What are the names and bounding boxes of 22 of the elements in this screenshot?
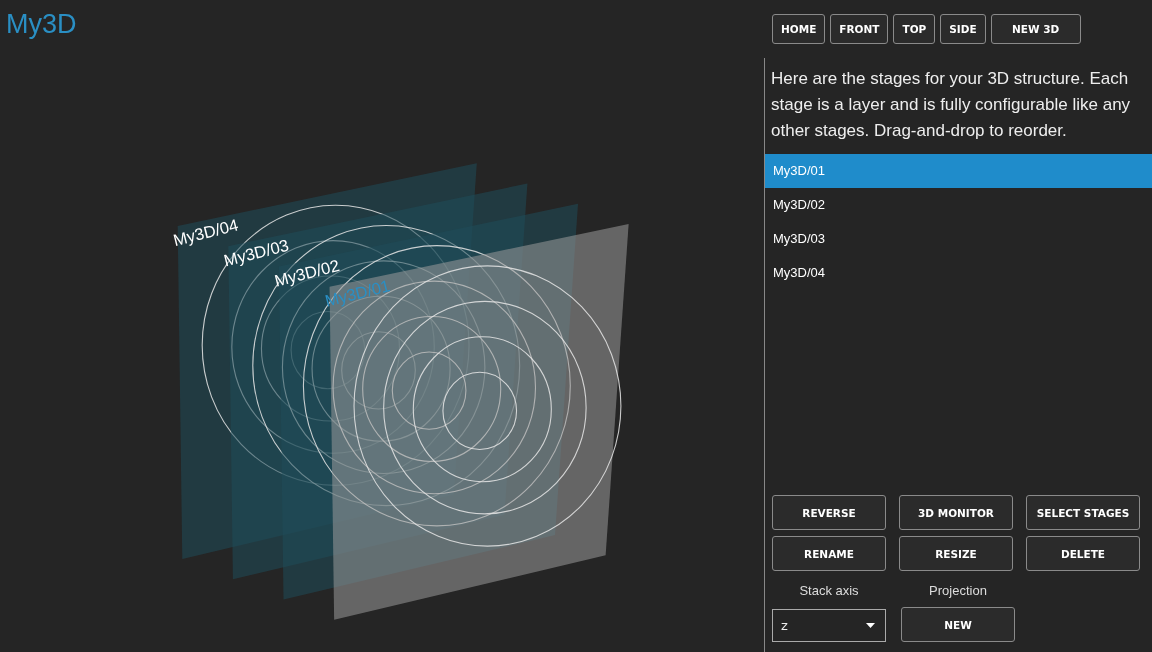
action-button[interactable]: 3D MONITOR [899, 495, 1013, 530]
projection-label: Projection [929, 583, 987, 598]
view-button[interactable]: TOP [893, 14, 936, 44]
action-button[interactable]: DELETE [1026, 536, 1140, 571]
dropdown-arrow-icon [866, 622, 875, 629]
stage-list-item[interactable]: My3D/04 [765, 256, 1152, 290]
view-button[interactable]: FRONT [830, 14, 889, 44]
action-button[interactable]: SELECT STAGES [1026, 495, 1140, 530]
stage-list-item[interactable]: My3D/02 [765, 188, 1152, 222]
description-text: Here are the stages for your 3D structure. Each stage is a layer and is fully configurable like any other stages. Drag-and-drop to reorder. [771, 68, 1132, 142]
stage-list-item[interactable]: My3D/01 [765, 154, 1152, 188]
stage-list-item[interactable]: My3D/03 [765, 222, 1152, 256]
action-button[interactable]: REVERSE [772, 495, 886, 530]
view-button[interactable]: NEW 3D [990, 14, 1081, 44]
action-button[interactable]: RESIZE [899, 536, 1013, 571]
stack-axis-label: Stack axis [799, 583, 859, 598]
stack-axis-dropdown[interactable]: z [772, 609, 886, 642]
view-button[interactable]: HOME [772, 14, 826, 44]
app-title: My3D [5, 8, 78, 40]
action-button[interactable]: RENAME [772, 536, 886, 571]
new-projection-button[interactable]: NEW [901, 607, 1015, 642]
view-button[interactable]: SIDE [940, 14, 986, 44]
